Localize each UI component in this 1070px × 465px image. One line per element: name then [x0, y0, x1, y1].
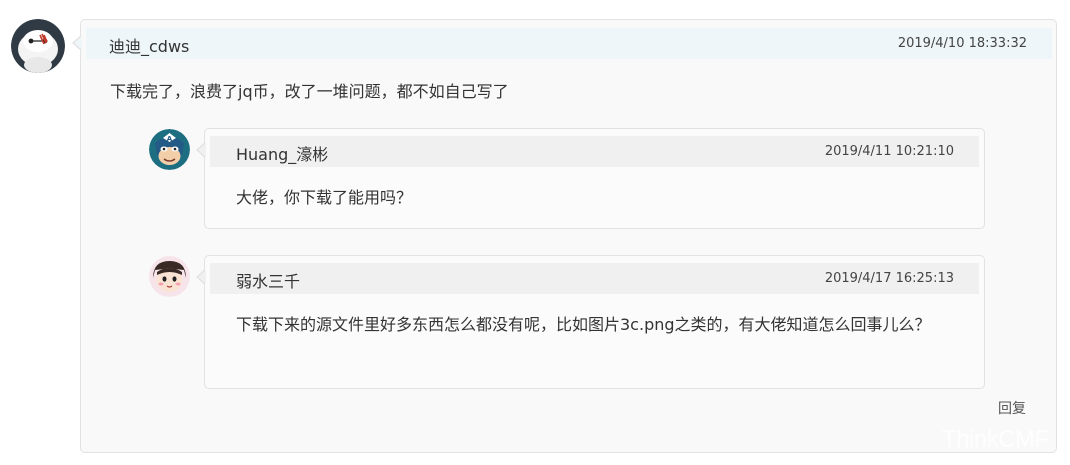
comment-header: 迪迪_cdws 2019/4/10 18:33:32 — [86, 28, 1052, 59]
reply-text: 大佬，你下载了能用吗？ — [236, 188, 413, 207]
reply-text: 下载下来的源文件里好多东西怎么都没有呢，比如图片3c.png之类的，有大佬知道怎… — [236, 315, 931, 334]
reply-author[interactable]: Huang_濠彬 — [236, 141, 328, 165]
reply-author[interactable]: 弱水三千 — [236, 268, 300, 292]
watermark: ThinkCMF — [942, 426, 1049, 453]
reply-button[interactable]: 回复 — [998, 398, 1026, 418]
reply-pointer-inner — [198, 270, 206, 284]
comment-timestamp: 2019/4/10 18:33:32 — [897, 36, 1027, 51]
reply-header: Huang_濠彬 2019/4/11 10:21:10 — [210, 136, 979, 167]
baymax-avatar-icon[interactable] — [11, 19, 65, 73]
cartoon-girl-avatar-icon[interactable] — [149, 256, 190, 297]
comment-text: 下载完了，浪费了jq币，改了一堆问题，都不如自己写了 — [110, 82, 509, 101]
svg-text:A: A — [167, 135, 173, 143]
reply-timestamp: 2019/4/11 10:21:10 — [824, 144, 954, 159]
reply-card: Huang_濠彬 2019/4/11 10:21:10 大佬，你下载了能用吗？ — [196, 128, 985, 229]
reply-card: 弱水三千 2019/4/17 16:25:13 下载下来的源文件里好多东西怎么都… — [196, 255, 985, 389]
captain-america-avatar-icon[interactable]: A — [149, 129, 190, 170]
comment-author[interactable]: 迪迪_cdws — [109, 33, 189, 57]
reply-header: 弱水三千 2019/4/17 16:25:13 — [210, 263, 979, 294]
card-pointer-inner — [74, 36, 82, 50]
reply-pointer-inner — [198, 143, 206, 157]
reply-timestamp: 2019/4/17 16:25:13 — [824, 271, 954, 286]
